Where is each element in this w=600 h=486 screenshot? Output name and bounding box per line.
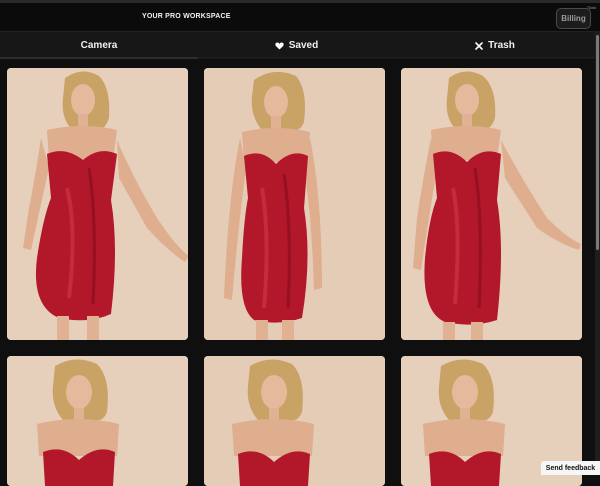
workspace-title: YOUR PRO WORKSPACE [142, 13, 231, 20]
photo-card[interactable] [204, 68, 385, 340]
x-icon [475, 41, 483, 50]
model-photo [401, 68, 582, 340]
tab-saved[interactable]: Saved [198, 32, 395, 59]
photo-card[interactable] [7, 68, 188, 340]
tab-saved-label: Saved [288, 40, 319, 51]
model-photo [204, 68, 385, 340]
photo-card[interactable] [204, 356, 385, 486]
photo-grid [0, 58, 595, 486]
model-photo [7, 68, 188, 340]
model-photo [204, 356, 385, 486]
tab-trash[interactable]: Trash [395, 32, 595, 59]
tab-camera[interactable]: Camera [0, 32, 198, 59]
tab-camera-label: Camera [80, 40, 118, 51]
tab-trash-label: Trash [488, 40, 515, 51]
scrollbar[interactable] [595, 31, 600, 475]
send-feedback-button[interactable]: Send feedback [541, 461, 600, 475]
photo-card[interactable] [7, 356, 188, 486]
billing-button[interactable]: Billing [556, 8, 591, 29]
scrollbar-thumb[interactable] [596, 35, 599, 250]
app-header: YOUR PRO WORKSPACE 23wk Billing [0, 3, 600, 31]
heart-icon [275, 42, 284, 50]
tab-bar: Camera Saved Trash [0, 31, 600, 59]
model-photo [7, 356, 188, 486]
photo-card[interactable] [401, 68, 582, 340]
